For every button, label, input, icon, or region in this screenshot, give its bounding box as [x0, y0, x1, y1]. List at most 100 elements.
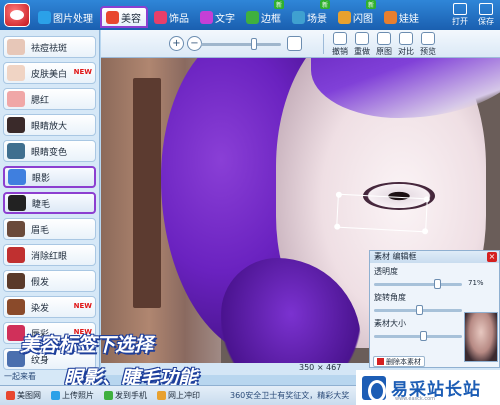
tool-icon — [399, 32, 413, 45]
sidebar-item-label: 腮红 — [31, 95, 50, 106]
folder-icon — [453, 3, 467, 15]
status-link-2[interactable]: 发到手机 — [104, 390, 147, 401]
tab-icon — [38, 10, 51, 24]
feature-thumbnail-icon — [7, 247, 25, 263]
new-badge: 新 — [273, 0, 284, 9]
caption-line-1: 美容标签下选择 — [20, 334, 154, 356]
tool-label: 对比 — [398, 47, 414, 56]
tab-label: 饰品 — [169, 13, 189, 25]
sidebar-item-label: 眉毛 — [31, 225, 50, 236]
sidebar-item-10[interactable]: 染发 NEW — [3, 296, 96, 318]
fit-window-button[interactable] — [287, 36, 302, 51]
feature-thumbnail-icon — [7, 117, 25, 133]
image-size-text: 350 × 467 — [299, 363, 342, 372]
status-link-0[interactable]: 美图网 — [6, 390, 41, 401]
delete-material-button[interactable]: 删除本素材 — [373, 356, 425, 367]
sidebar-item-label: 眼睛变色 — [31, 147, 68, 158]
top-bar: 图片处理 美容 饰品 文字 边框 新场景 新闪图 新娃娃 打开 保存 — [0, 0, 500, 30]
tab-label: 场景 — [307, 13, 327, 25]
open-label: 打开 — [452, 17, 468, 26]
sidebar-item-label: 睫毛 — [32, 199, 51, 210]
status-link-3[interactable]: 网上冲印 — [157, 390, 200, 401]
tab-label: 文字 — [215, 13, 235, 25]
tool-label: 原图 — [376, 47, 392, 56]
edit-toolbar: + − 撤销 重做 原图 对比 预览 — [101, 30, 500, 58]
tab-icon — [200, 10, 213, 24]
new-badge: NEW — [73, 302, 92, 310]
tab-0[interactable]: 图片处理 — [34, 6, 98, 28]
sidebar-footer-text[interactable]: 一起来看 — [4, 372, 36, 381]
resize-handle[interactable] — [335, 191, 343, 198]
tool-label: 重做 — [354, 47, 370, 56]
app-logo — [4, 3, 30, 27]
sidebar-item-6[interactable]: 睫毛 — [3, 192, 96, 214]
zoom-out-button[interactable]: − — [187, 36, 202, 51]
tab-4[interactable]: 边框 新 — [242, 0, 286, 28]
status-link-icon — [157, 391, 166, 400]
status-link-label: 网上冲印 — [168, 391, 200, 400]
panel-row-label: 透明度 — [374, 267, 398, 276]
slider-knob[interactable] — [416, 305, 423, 315]
panel-title-bar: 素材 编辑框 × — [370, 251, 499, 263]
tool-button-2[interactable]: 原图 — [373, 32, 395, 57]
background-door — [133, 78, 161, 308]
tab-label: 美容 — [121, 13, 141, 25]
material-preview-image — [464, 312, 498, 362]
tab-1[interactable]: 美容 — [100, 6, 148, 28]
status-link-label: 上传照片 — [62, 391, 94, 400]
site-logo-icon — [362, 375, 386, 402]
site-url: www.easck.com — [395, 396, 436, 402]
delete-material-label: 删除本素材 — [386, 357, 421, 366]
new-badge: NEW — [73, 68, 92, 76]
material-selection-box[interactable] — [334, 191, 430, 235]
slider-knob[interactable] — [434, 279, 441, 289]
feature-thumbnail-icon — [7, 65, 25, 81]
new-badge: 新 — [365, 0, 376, 9]
slider-track[interactable] — [374, 335, 462, 338]
tool-button-1[interactable]: 重做 — [351, 32, 373, 57]
tab-label: 闪图 — [353, 13, 373, 25]
sidebar-item-label: 消除红眼 — [31, 251, 68, 262]
sidebar-item-7[interactable]: 眉毛 — [3, 218, 96, 240]
toolbar-divider — [323, 34, 324, 54]
open-button[interactable]: 打开 — [452, 3, 468, 27]
feature-thumbnail-icon — [7, 221, 25, 237]
slider-track[interactable] — [374, 283, 462, 286]
security-notice[interactable]: 360安全卫士有奖征文，精彩大奖 — [230, 390, 349, 401]
tab-2[interactable]: 饰品 — [150, 6, 194, 28]
sidebar-item-1[interactable]: 皮肤美白 NEW — [3, 62, 96, 84]
tool-icon — [377, 32, 391, 45]
save-button[interactable]: 保存 — [478, 3, 494, 27]
status-link-label: 发到手机 — [115, 391, 147, 400]
zoom-in-icon: + — [172, 38, 181, 49]
tab-3[interactable]: 文字 — [196, 6, 240, 28]
sidebar-item-5[interactable]: 眼影 — [3, 166, 96, 188]
main-tabs: 图片处理 美容 饰品 文字 边框 新场景 新闪图 新娃娃 — [34, 0, 424, 28]
panel-slider-row: 71% — [374, 279, 495, 289]
sidebar-item-4[interactable]: 眼睛变色 — [3, 140, 96, 162]
tab-label: 娃娃 — [399, 13, 419, 25]
zoom-slider-track[interactable] — [201, 43, 281, 46]
sidebar-item-3[interactable]: 眼睛放大 — [3, 114, 96, 136]
zoom-out-icon: − — [190, 38, 199, 49]
save-label: 保存 — [478, 17, 494, 26]
tool-button-0[interactable]: 撤销 — [329, 32, 351, 57]
tab-6[interactable]: 闪图 新 — [334, 0, 378, 28]
slider-knob[interactable] — [420, 331, 427, 341]
sidebar-item-9[interactable]: 假发 — [3, 270, 96, 292]
feature-thumbnail-icon — [7, 39, 25, 55]
zoom-in-button[interactable]: + — [169, 36, 184, 51]
tool-icon — [421, 32, 435, 45]
tool-button-3[interactable]: 对比 — [395, 32, 417, 57]
sidebar-item-2[interactable]: 腮红 — [3, 88, 96, 110]
tab-7[interactable]: 娃娃 — [380, 6, 424, 28]
sidebar-item-0[interactable]: 祛痘祛斑 — [3, 36, 96, 58]
sidebar-item-8[interactable]: 消除红眼 — [3, 244, 96, 266]
zoom-slider-thumb[interactable] — [251, 38, 257, 50]
tool-button-4[interactable]: 预览 — [417, 32, 439, 57]
status-link-1[interactable]: 上传照片 — [51, 390, 94, 401]
close-icon[interactable]: × — [487, 252, 497, 262]
sidebar-item-label: 眼影 — [32, 173, 51, 184]
tab-5[interactable]: 场景 新 — [288, 0, 332, 28]
tool-label: 预览 — [420, 47, 436, 56]
